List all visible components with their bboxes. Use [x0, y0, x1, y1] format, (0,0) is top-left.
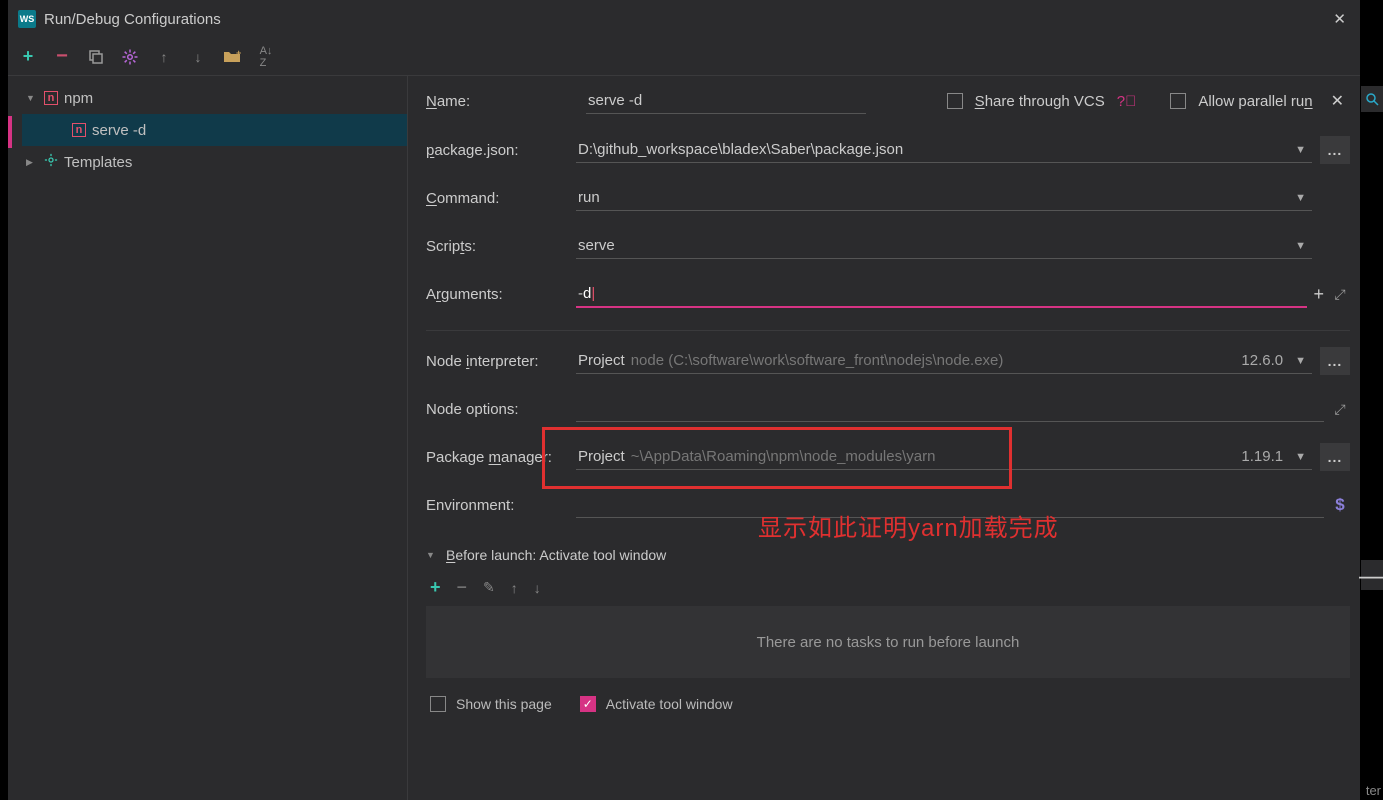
dropdown-icon: ▼	[1291, 355, 1310, 367]
node-interpreter-version: 12.6.0	[1241, 352, 1283, 369]
show-page-checkbox[interactable]	[430, 696, 446, 712]
share-vcs-checkbox[interactable]	[947, 93, 963, 109]
package-json-label: package.json:package.json:	[426, 142, 572, 159]
tree-label: Templates	[64, 154, 132, 171]
node-interpreter-path: node (C:\software\work\software_front\no…	[631, 352, 1004, 369]
dropdown-icon: ▼	[1291, 192, 1310, 204]
dialog-title-bar: WS Run/Debug Configurations ✕	[8, 0, 1360, 38]
chevron-down-icon	[426, 549, 438, 561]
task-up-button[interactable]: ↑	[511, 580, 518, 596]
command-value: run	[578, 189, 600, 206]
move-up-button[interactable]: ↑	[154, 47, 174, 67]
close-form-button[interactable]: ✕	[1325, 91, 1350, 111]
expand-icon[interactable]: ⤢	[1330, 401, 1350, 418]
gear-icon	[44, 153, 58, 171]
scripts-value: serve	[578, 237, 615, 254]
tree-node-templates[interactable]: Templates	[22, 146, 407, 178]
task-toolbar: + − ✎ ↑ ↓	[426, 567, 1350, 606]
annotation-text: 显示如此证明yarn加载完成	[758, 508, 1059, 543]
tree-label: npm	[64, 90, 93, 107]
task-remove-button[interactable]: −	[457, 577, 468, 598]
package-manager-path: ~\AppData\Roaming\npm\node_modules\yarn	[631, 448, 936, 465]
command-label: Command:Command:	[426, 190, 572, 207]
dialog-title: Run/Debug Configurations	[44, 11, 221, 28]
sort-button[interactable]: A↓Z	[256, 47, 276, 67]
name-input[interactable]	[586, 88, 866, 114]
dropdown-icon: ▼	[1291, 240, 1310, 252]
bottom-right-text: ter	[1366, 783, 1381, 798]
chevron-down-icon	[26, 92, 38, 104]
chevron-right-icon	[26, 156, 38, 168]
dialog-body: + − ↑ ↓ + A↓Z n npm n serve -d	[8, 38, 1360, 800]
divider	[426, 330, 1350, 331]
package-json-value: D:\github_workspace\bladex\Saber\package…	[578, 141, 903, 158]
svg-text:+: +	[236, 49, 241, 58]
arguments-input[interactable]: -d| -d	[576, 281, 1307, 308]
dropdown-icon: ▼	[1291, 144, 1310, 156]
browse-button[interactable]: ...	[1320, 347, 1350, 375]
add-macro-button[interactable]: +	[1313, 284, 1324, 305]
node-options-input[interactable]	[576, 396, 1324, 422]
config-toolbar: + − ↑ ↓ + A↓Z	[8, 38, 1360, 76]
move-down-button[interactable]: ↓	[188, 47, 208, 67]
minimize-strip-icon[interactable]: —	[1361, 560, 1383, 590]
package-manager-version: 1.19.1	[1241, 448, 1283, 465]
expand-icon[interactable]: ⤢	[1330, 286, 1350, 303]
env-vars-icon[interactable]: $	[1330, 495, 1350, 515]
browse-button[interactable]: ...	[1320, 136, 1350, 164]
config-tree: n npm n serve -d Templates	[8, 76, 408, 800]
copy-config-button[interactable]	[86, 47, 106, 67]
browse-button[interactable]: ...	[1320, 443, 1350, 471]
webstorm-icon: WS	[18, 10, 36, 28]
show-page-label: Show this page	[456, 696, 552, 712]
settings-button[interactable]	[120, 47, 140, 67]
task-edit-button[interactable]: ✎	[483, 579, 495, 596]
scripts-label: Scripts:Scripts:	[426, 238, 572, 255]
tree-node-npm[interactable]: n npm	[22, 82, 407, 114]
config-form: NName:ame: Share through VCSShare throug…	[408, 76, 1360, 800]
share-vcs-label: Share through VCSShare through VCS	[975, 93, 1105, 110]
node-interpreter-prefix: Project	[578, 352, 625, 369]
activate-tool-checkbox[interactable]: ✓	[580, 696, 596, 712]
scripts-field[interactable]: serve ▼	[576, 233, 1312, 259]
tree-node-serve-d[interactable]: n serve -d	[22, 114, 407, 146]
environment-label: Environment:	[426, 497, 572, 514]
dropdown-icon: ▼	[1291, 451, 1310, 463]
tasks-empty-placeholder: There are no tasks to run before launch	[426, 606, 1350, 678]
package-manager-prefix: Project	[578, 448, 625, 465]
remove-config-button[interactable]: −	[52, 47, 72, 67]
task-down-button[interactable]: ↓	[534, 580, 541, 596]
package-manager-label: Package manager:Package manager:	[426, 449, 572, 466]
arguments-value: -d|	[578, 285, 595, 302]
before-launch-header[interactable]: Before launch: Activate tool windowBefor…	[426, 543, 1350, 567]
node-interpreter-field[interactable]: Project node (C:\software\work\software_…	[576, 348, 1312, 374]
selection-indicator	[8, 116, 12, 148]
package-json-field[interactable]: D:\github_workspace\bladex\Saber\package…	[576, 137, 1312, 163]
arguments-label: Arguments:Arguments:	[426, 286, 572, 303]
npm-icon: n	[72, 123, 86, 137]
dialog-close-button[interactable]: ✕	[1319, 0, 1360, 38]
command-field[interactable]: run ▼	[576, 185, 1312, 211]
task-add-button[interactable]: +	[430, 577, 441, 598]
name-label: NName:ame:	[426, 93, 566, 110]
help-icon[interactable]: ?⃝	[1117, 93, 1137, 110]
activate-tool-label: Activate tool window	[606, 696, 733, 712]
parallel-label: Allow parallel runAllow parallel run	[1198, 93, 1312, 110]
node-options-label: Node options:	[426, 401, 572, 418]
search-strip-icon[interactable]	[1361, 86, 1383, 112]
parallel-checkbox[interactable]	[1170, 93, 1186, 109]
folder-button[interactable]: +	[222, 47, 242, 67]
npm-icon: n	[44, 91, 58, 105]
package-manager-field[interactable]: Project ~\AppData\Roaming\npm\node_modul…	[576, 444, 1312, 470]
node-interpreter-label: Node interpreter:Node interpreter:	[426, 353, 572, 370]
tree-label: serve -d	[92, 122, 146, 139]
add-config-button[interactable]: +	[18, 47, 38, 67]
